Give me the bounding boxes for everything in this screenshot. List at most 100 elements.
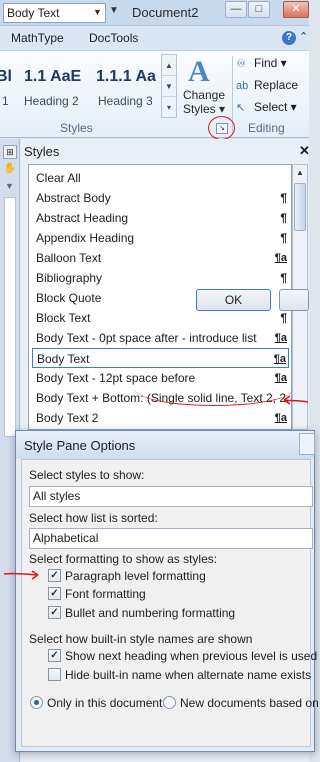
minimize-button[interactable]: — bbox=[225, 1, 247, 18]
style-list-item[interactable]: Body Text ¶a bbox=[32, 348, 289, 368]
scroll-thumb[interactable] bbox=[294, 183, 306, 231]
replace-icon: ab bbox=[236, 80, 249, 92]
gallery-more-icon[interactable]: ▾ bbox=[162, 97, 176, 118]
paragraph-style-icon: ¶ bbox=[280, 311, 287, 325]
paragraph-style-icon: ¶ bbox=[280, 191, 287, 205]
style-name: Bibliography bbox=[36, 271, 103, 285]
find-button[interactable]: ♾ Find ▾ bbox=[236, 56, 287, 70]
style-list-item[interactable]: Bibliography ¶ bbox=[32, 268, 289, 288]
linked-style-icon: ¶a bbox=[273, 353, 286, 365]
gallery-up-icon[interactable]: ▲ bbox=[162, 55, 176, 76]
document-title: Document2 bbox=[132, 5, 199, 20]
scroll-up-icon[interactable]: ▲ bbox=[293, 165, 307, 180]
change-styles-button[interactable]: A Change Styles ▾ bbox=[180, 55, 230, 119]
paragraph-formatting-label: Paragraph level formatting bbox=[65, 569, 206, 583]
find-label: Find ▾ bbox=[254, 56, 287, 70]
gallery-label: 1 bbox=[2, 94, 9, 108]
show-next-heading-label: Show next heading when previous level is… bbox=[65, 649, 318, 663]
dialog-title: Style Pane Options bbox=[24, 438, 136, 453]
gallery-sample: Bl bbox=[0, 68, 12, 85]
replace-label: Replace bbox=[254, 78, 299, 92]
styles-to-show-select[interactable]: All styles bbox=[29, 486, 313, 507]
sort-label: Select how list is sorted: bbox=[29, 511, 158, 525]
style-name: Abstract Heading bbox=[36, 211, 129, 225]
group-label-editing: Editing bbox=[248, 121, 285, 135]
ruler-arrow-icon[interactable]: ▼ bbox=[5, 181, 14, 191]
style-pane-options-dialog: Style Pane Options Select styles to show… bbox=[15, 430, 320, 752]
only-this-document-radio[interactable] bbox=[30, 696, 43, 709]
hide-builtin-name-label: Hide built-in name when alternate name e… bbox=[65, 668, 312, 682]
paragraph-style-icon: ¶ bbox=[280, 271, 287, 285]
tab-doctools[interactable]: DocTools bbox=[89, 31, 138, 45]
style-list-item[interactable]: Abstract Heading ¶ bbox=[32, 208, 289, 228]
gallery-item-heading-1[interactable]: Bl 1 bbox=[0, 56, 22, 118]
paragraph-style-icon: ¶ bbox=[280, 211, 287, 225]
styles-pane-title: Styles bbox=[24, 144, 60, 159]
only-this-document-label: Only in this document bbox=[47, 696, 163, 710]
style-name: Balloon Text bbox=[36, 251, 102, 265]
change-styles-label: Change Styles ▾ bbox=[182, 88, 226, 116]
style-name: Clear All bbox=[36, 171, 81, 185]
style-list-item[interactable]: Body Text - 0pt space after - introduce … bbox=[32, 328, 289, 348]
style-list-item[interactable]: Body Text - 12pt space before ¶a bbox=[32, 368, 289, 388]
title-bar: Body Text ▼ ▼ Document2 — □ ✕ bbox=[0, 0, 309, 26]
gallery-sample: 1.1.1 Aa bbox=[96, 68, 156, 85]
style-list-item[interactable]: Appendix Heading ¶ bbox=[32, 228, 289, 248]
linked-style-icon: ¶a bbox=[274, 252, 287, 264]
style-list-item[interactable]: Clear All bbox=[32, 168, 289, 188]
vertical-ruler bbox=[4, 197, 16, 437]
annotation-circle bbox=[208, 116, 235, 140]
gallery-scroll: ▲ ▼ ▾ bbox=[161, 54, 177, 118]
gallery-down-icon[interactable]: ▼ bbox=[162, 76, 176, 97]
quick-styles-gallery: Bl 1 1.1 AaE Heading 2 1.1.1 Aa Heading … bbox=[0, 56, 161, 118]
select-label: Select ▾ bbox=[254, 100, 297, 114]
close-button[interactable]: ✕ bbox=[283, 1, 309, 18]
dialog-close-button[interactable] bbox=[299, 433, 315, 455]
select-styles-label: Select styles to show: bbox=[29, 468, 145, 482]
sort-select[interactable]: Alphabetical bbox=[29, 528, 313, 549]
style-name: Appendix Heading bbox=[36, 231, 135, 245]
gallery-label: Heading 2 bbox=[24, 94, 79, 108]
annotation-arrow-icon bbox=[3, 570, 39, 580]
dialog-body: Select styles to show: All styles Select… bbox=[21, 459, 320, 747]
style-name: Body Text 2 bbox=[36, 411, 99, 425]
hand-icon[interactable]: ✋ bbox=[3, 163, 17, 177]
qat-customize-icon[interactable]: ▼ bbox=[109, 5, 119, 16]
chevron-down-icon[interactable]: ▼ bbox=[93, 7, 102, 17]
ruler-toggle-icon[interactable]: ⊞ bbox=[3, 145, 17, 159]
ok-button[interactable]: OK bbox=[196, 289, 271, 311]
style-list-item[interactable]: Abstract Body ¶ bbox=[32, 188, 289, 208]
ribbon-minimize-icon[interactable]: ⌃ bbox=[299, 30, 308, 43]
close-icon[interactable]: ✕ bbox=[299, 143, 310, 159]
gallery-item-heading-2[interactable]: 1.1 AaE Heading 2 bbox=[24, 56, 88, 118]
font-formatting-checkbox[interactable]: ✓ bbox=[48, 587, 61, 600]
style-list-item[interactable]: Balloon Text ¶a bbox=[32, 248, 289, 268]
builtin-names-label: Select how built-in style names are show… bbox=[29, 632, 253, 646]
style-list-item[interactable]: Block Text ¶ bbox=[32, 308, 289, 328]
select-button[interactable]: ↖ Select ▾ bbox=[236, 100, 297, 114]
binoculars-icon: ♾ bbox=[236, 58, 246, 70]
bullet-formatting-label: Bullet and numbering formatting bbox=[65, 606, 236, 620]
new-documents-radio[interactable] bbox=[163, 696, 176, 709]
maximize-button[interactable]: □ bbox=[248, 1, 270, 18]
bullet-formatting-checkbox[interactable]: ✓ bbox=[48, 606, 61, 619]
change-styles-icon: A bbox=[188, 55, 210, 88]
replace-button[interactable]: ab Replace bbox=[236, 78, 298, 92]
font-formatting-label: Font formatting bbox=[65, 587, 146, 601]
group-label-styles: Styles bbox=[60, 121, 93, 135]
style-name: Body Text - 12pt space before bbox=[36, 371, 196, 385]
linked-style-icon: ¶a bbox=[274, 372, 287, 384]
gallery-item-heading-3[interactable]: 1.1.1 Aa Heading 3 bbox=[96, 56, 160, 118]
paragraph-formatting-checkbox[interactable]: ✓ bbox=[48, 569, 61, 582]
style-list-item[interactable]: Body Text 2 ¶a bbox=[32, 408, 289, 428]
cursor-icon: ↖ bbox=[236, 102, 246, 114]
style-name: Body Text bbox=[37, 352, 90, 366]
hide-builtin-name-checkbox[interactable] bbox=[48, 668, 61, 681]
tab-mathtype[interactable]: MathType bbox=[11, 31, 64, 45]
help-icon[interactable]: ? bbox=[282, 31, 296, 45]
cancel-button[interactable] bbox=[279, 289, 309, 311]
show-next-heading-checkbox[interactable]: ✓ bbox=[48, 649, 61, 662]
style-combo-box[interactable]: Body Text ▼ bbox=[3, 3, 106, 23]
annotation-arrow-icon bbox=[283, 395, 309, 405]
dialog-title-bar: Style Pane Options bbox=[16, 431, 315, 459]
